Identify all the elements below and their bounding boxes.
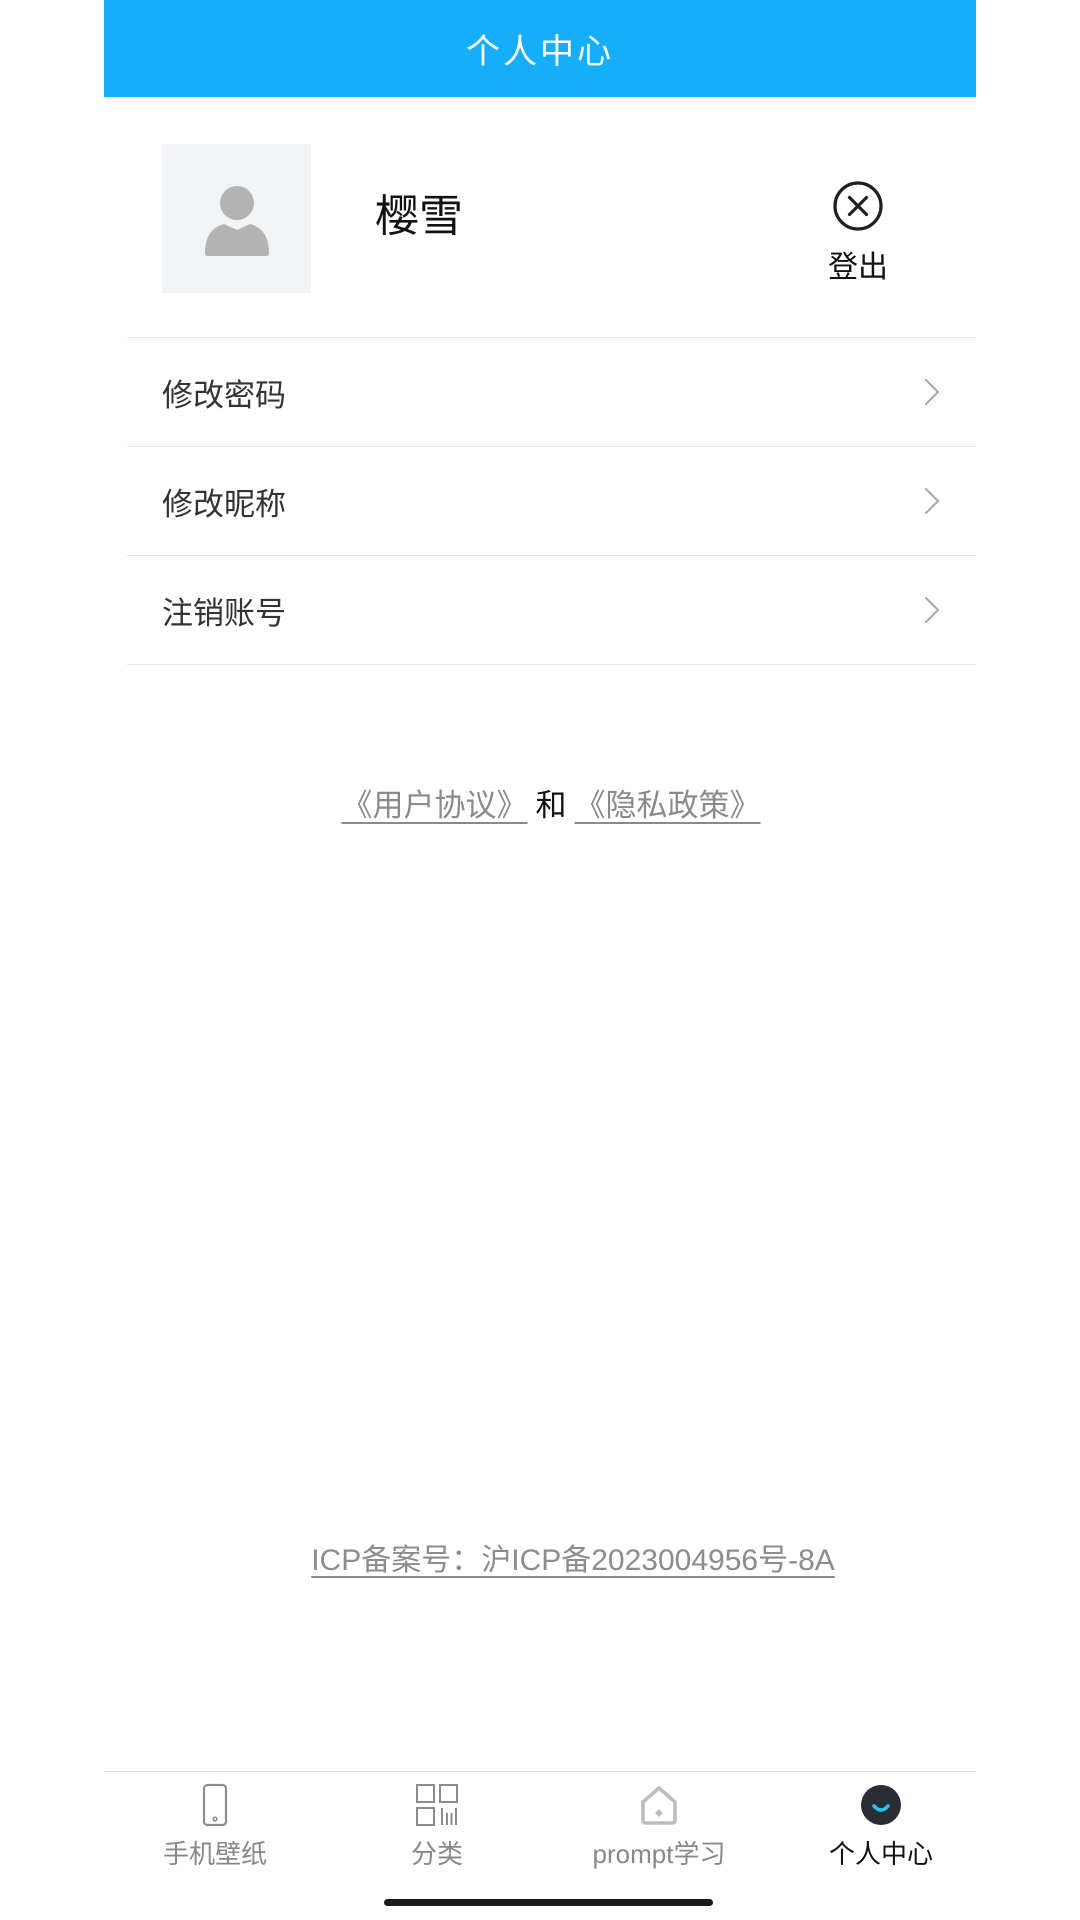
menu-item-label: 修改密码 [162,377,286,413]
tab-label: 手机壁纸 [162,1839,267,1869]
tab-label: prompt学习 [592,1839,726,1869]
menu-item-delete-account[interactable]: 注销账号 [127,556,976,665]
tab-prompt-learning[interactable]: prompt学习 [548,1772,770,1882]
menu-item-change-password[interactable]: 修改密码 [127,338,976,447]
header-bar: 个人中心 [104,0,976,97]
tab-category[interactable]: 分类 [326,1772,548,1882]
bottom-tab-bar: 手机壁纸 分类 prompt学习 个人中心 [104,1772,992,1882]
chevron-right-icon [925,597,939,623]
tab-label: 分类 [410,1839,463,1869]
tab-phone-wallpaper[interactable]: 手机壁纸 [104,1772,326,1882]
menu-item-label: 注销账号 [162,595,286,631]
user-nickname: 樱雪 [375,192,463,241]
home-icon [641,1786,677,1825]
category-grid-icon [416,1784,458,1826]
page-title: 个人中心 [466,33,614,71]
logout-button[interactable]: 登出 [806,180,910,300]
avatar[interactable] [162,144,311,293]
profile-icon [861,1785,901,1825]
chevron-right-icon [925,379,939,405]
home-indicator [384,1899,713,1906]
icp-link[interactable]: ICP备案号：沪ICP备2023004956号-8A [311,1544,835,1577]
tab-label: 个人中心 [828,1839,933,1869]
agreement-links: 《用户协议》和《隐私政策》 [104,781,976,831]
phone-icon [202,1783,228,1827]
menu-item-change-nickname[interactable]: 修改昵称 [127,447,976,556]
chevron-right-icon [925,488,939,514]
app-screen: 个人中心 樱雪 登出 修改密码 修改昵称 注销账号 《用户协议》 和 《隐私政策… [104,0,976,1920]
tab-personal-center[interactable]: 个人中心 [770,1772,992,1882]
settings-menu: 修改密码 修改昵称 注销账号 [127,338,976,665]
menu-item-label: 修改昵称 [162,486,286,522]
user-avatar-icon [204,185,269,256]
close-circle-icon [833,181,883,231]
privacy-policy-link[interactable]: 《隐私政策》 [575,788,761,823]
user-agreement-link[interactable]: 《用户协议》 [342,788,528,823]
icp-footer: ICP备案号：沪ICP备2023004956号-8A [104,1536,976,1586]
agreement-conjunction: 和 [535,788,567,823]
logout-label: 登出 [828,251,888,284]
